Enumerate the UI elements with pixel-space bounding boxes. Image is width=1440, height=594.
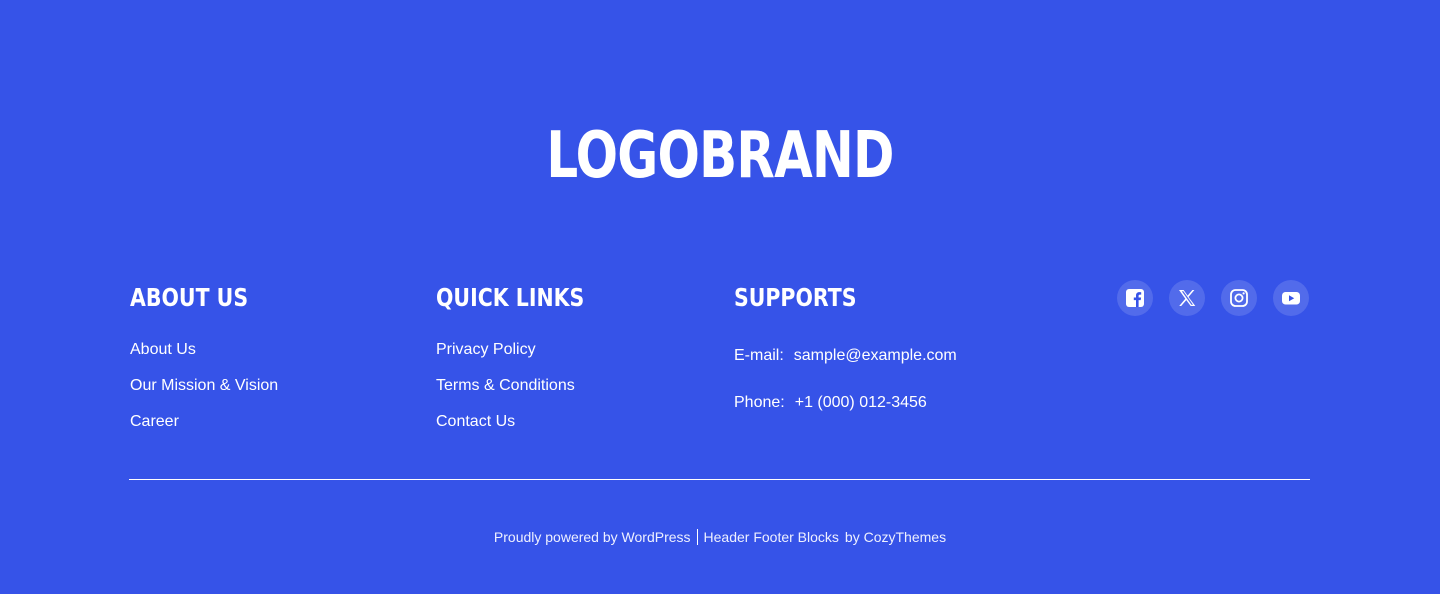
email-value[interactable]: sample@example.com bbox=[794, 347, 957, 364]
quick-links-list: Privacy Policy Terms & Conditions Contac… bbox=[436, 340, 575, 448]
powered-by-link[interactable]: Proudly powered by WordPress bbox=[494, 529, 691, 545]
quick-links-column: QUICK LINKS Privacy Policy Terms & Condi… bbox=[436, 282, 617, 430]
about-us-links: About Us Our Mission & Vision Career bbox=[130, 340, 278, 448]
youtube-glyph bbox=[1282, 292, 1300, 305]
support-email-row: E-mail: sample@example.com bbox=[734, 346, 957, 366]
footer-divider bbox=[129, 479, 1310, 480]
youtube-icon[interactable] bbox=[1273, 280, 1309, 316]
footer-link-privacy-policy[interactable]: Privacy Policy bbox=[436, 340, 575, 376]
phone-label: Phone: bbox=[734, 394, 785, 411]
x-glyph bbox=[1179, 290, 1196, 306]
author-credit-link[interactable]: by CozyThemes bbox=[845, 529, 946, 545]
footer-link-career[interactable]: Career bbox=[130, 412, 278, 448]
x-twitter-icon[interactable] bbox=[1169, 280, 1205, 316]
phone-value[interactable]: +1 (000) 012-3456 bbox=[795, 394, 927, 411]
footer-link-about-us[interactable]: About Us bbox=[130, 340, 278, 376]
footer-link-mission-vision[interactable]: Our Mission & Vision bbox=[130, 376, 278, 412]
social-links bbox=[1117, 280, 1309, 316]
facebook-icon[interactable] bbox=[1117, 280, 1153, 316]
support-phone-row: Phone: +1 (000) 012-3456 bbox=[734, 393, 927, 413]
credits-separator bbox=[696, 529, 698, 545]
email-label: E-mail: bbox=[734, 347, 784, 364]
footer-link-contact-us[interactable]: Contact Us bbox=[436, 412, 575, 448]
footer-link-terms-conditions[interactable]: Terms & Conditions bbox=[436, 376, 575, 412]
facebook-glyph bbox=[1126, 289, 1144, 307]
instagram-icon[interactable] bbox=[1221, 280, 1257, 316]
about-us-column: ABOUT US About Us Our Mission & Vision C… bbox=[130, 282, 278, 430]
brand-logo[interactable]: LOGOBRAND bbox=[158, 116, 1281, 196]
quick-links-heading: QUICK LINKS bbox=[436, 283, 585, 312]
theme-name-link[interactable]: Header Footer Blocks bbox=[704, 529, 839, 545]
supports-column: SUPPORTS E-mail: sample@example.com Phone… bbox=[734, 282, 957, 411]
about-us-heading: ABOUT US bbox=[130, 283, 249, 312]
instagram-glyph bbox=[1230, 289, 1248, 307]
supports-heading: SUPPORTS bbox=[734, 283, 857, 312]
footer-credits: Proudly powered by WordPress Header Foote… bbox=[0, 528, 1440, 546]
